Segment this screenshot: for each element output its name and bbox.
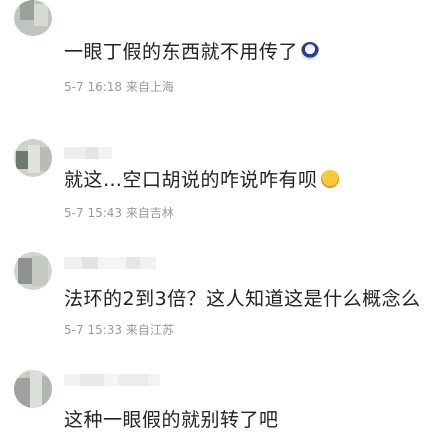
smile-emoji-icon: [320, 170, 339, 188]
comment-meta: 5-7 15:33 来自江苏: [64, 323, 174, 337]
username-mask: [64, 374, 160, 386]
username-mask: [64, 257, 156, 269]
comment-meta: 5-7 16:18 来自上海: [64, 80, 174, 94]
avatar[interactable]: [14, 370, 52, 408]
comment-text: 就这…空口胡说的咋说咋有呗: [64, 165, 339, 192]
comment-text: 这种一眼假的就别转了吧: [64, 409, 279, 431]
avatar[interactable]: [14, 139, 52, 177]
avatar[interactable]: [14, 0, 52, 36]
face-emoji-icon: [301, 42, 320, 60]
username-mask: [64, 147, 112, 159]
comment-meta: 5-7 15:43 来自吉林: [64, 206, 174, 220]
avatar[interactable]: [14, 252, 52, 290]
comment-text: 法环的2到3倍？这人知道这是什么概念么: [64, 288, 421, 310]
comment-text: 一眼丁假的东西就不用传了: [64, 37, 320, 64]
